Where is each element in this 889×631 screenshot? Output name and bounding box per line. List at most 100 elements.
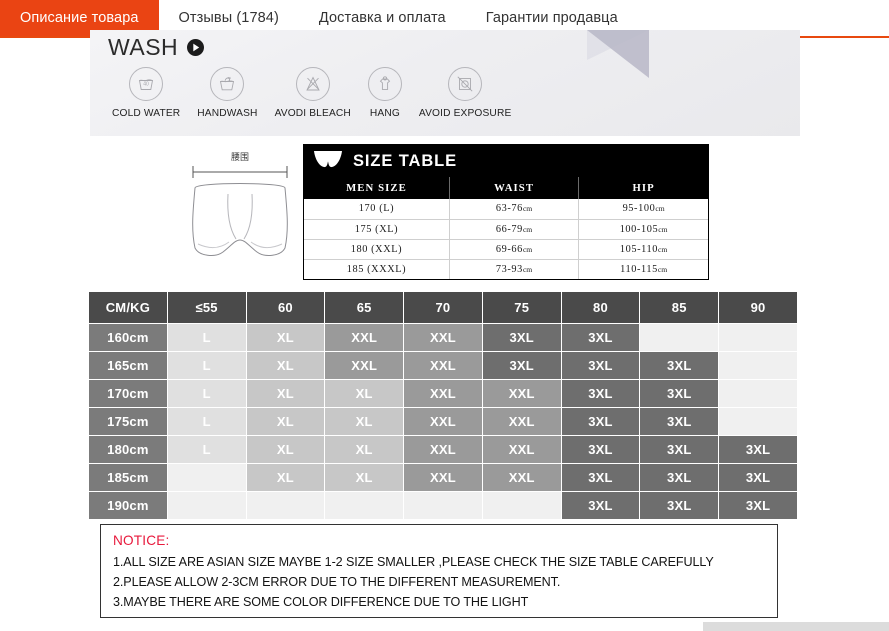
cold-water-icon: 40 xyxy=(129,67,164,101)
hang-dry-icon xyxy=(367,67,402,101)
size-grid-height-header: 165cm xyxy=(89,352,167,379)
size-grid-cell: XXL xyxy=(404,408,482,435)
wash-care-icons: 40 COLD WATER HANDWASH AVODI BLEACH HANG… xyxy=(112,67,511,119)
notice-line-3: 3.MAYBE THERE ARE SOME COLOR DIFFERENCE … xyxy=(113,595,529,609)
size-grid-cell-empty xyxy=(640,324,719,351)
table-row: 170 (L) 63-76cm 95-100cm xyxy=(304,199,708,219)
tab-seller-guarantees-label: Гарантии продавца xyxy=(485,10,618,26)
wash-care-label: HANDWASH xyxy=(197,108,258,119)
notice-line-1: 1.ALL SIZE ARE ASIAN SIZE MAYBE 1-2 SIZE… xyxy=(113,555,714,569)
table-row: 180cm L XL XL XXL XXL 3XL 3XL 3XL xyxy=(89,436,797,463)
size-grid-cell: 3XL xyxy=(482,324,561,351)
size-grid-cell: XXL xyxy=(482,464,561,491)
hip-cell: 105-110cm xyxy=(578,238,708,259)
size-grid-table: CM/KG ≤55 60 65 70 75 80 85 90 160cm L XL XXL XXL 3XL… xyxy=(88,291,798,520)
size-grid-cell: 3XL xyxy=(482,352,561,379)
size-grid-cell: XL xyxy=(246,464,325,491)
size-grid-cell: 3XL xyxy=(561,408,640,435)
size-grid-weight-header: 85 xyxy=(640,292,719,323)
size-grid-cell-empty xyxy=(719,324,797,351)
wash-care-panel: WASH 40 COLD WATER HANDWASH AVODI BLEACH… xyxy=(90,30,800,136)
size-grid-height-header: 180cm xyxy=(89,436,167,463)
garment-measure-label: 腰围 xyxy=(230,152,249,162)
size-grid-weight-header: 70 xyxy=(404,292,482,323)
size-grid-cell: XL xyxy=(325,464,404,491)
size-table-header: SIZE TABLE xyxy=(304,145,708,177)
size-grid-cell: 3XL xyxy=(561,352,640,379)
wash-care-label: COLD WATER xyxy=(112,108,181,119)
size-grid-height-header: 170cm xyxy=(89,380,167,407)
size-grid-cell: 3XL xyxy=(640,408,719,435)
size-grid-weight-header: 60 xyxy=(246,292,325,323)
size-table-title: SIZE TABLE xyxy=(353,151,458,170)
table-row: 185 (XXXL) 73-93cm 110-115cm xyxy=(304,258,708,279)
size-grid-cell-empty xyxy=(719,408,797,435)
no-sun-exposure-icon xyxy=(448,67,483,101)
size-table-header-row: MEN SIZE WAIST HIP xyxy=(304,177,708,199)
table-row: 160cm L XL XXL XXL 3XL 3XL xyxy=(89,324,797,351)
notice-title: NOTICE: xyxy=(113,533,170,548)
size-grid-cell: 3XL xyxy=(640,380,719,407)
wash-heading: WASH xyxy=(108,34,205,61)
men-size-cell: 170 (L) xyxy=(304,199,450,219)
table-row: 175cm L XL XL XXL XXL 3XL 3XL xyxy=(89,408,797,435)
size-grid-cell: XL xyxy=(246,436,325,463)
height-weight-size-grid: CM/KG ≤55 60 65 70 75 80 85 90 160cm L XL XXL XXL 3XL… xyxy=(88,291,798,520)
size-grid-cell: XXL xyxy=(404,464,482,491)
size-grid-cell: L xyxy=(167,352,246,379)
men-size-cell: 180 (XXL) xyxy=(304,238,450,259)
size-grid-cell: 3XL xyxy=(640,352,719,379)
wash-care-item-hang: HANG xyxy=(367,67,402,119)
table-row: 165cm L XL XXL XXL 3XL 3XL 3XL xyxy=(89,352,797,379)
page-curl-icon xyxy=(587,30,649,78)
size-grid-cell: XXL xyxy=(404,352,482,379)
size-grid-cell-empty xyxy=(404,492,482,519)
size-grid-height-header: 185cm xyxy=(89,464,167,491)
table-row: 170cm L XL XL XXL XXL 3XL 3XL xyxy=(89,380,797,407)
hip-cell: 110-115cm xyxy=(578,258,708,279)
size-grid-cell: 3XL xyxy=(561,380,640,407)
size-grid-height-header: 160cm xyxy=(89,324,167,351)
size-grid-weight-header: 75 xyxy=(482,292,561,323)
handwash-icon xyxy=(210,67,245,101)
size-grid-cell-empty xyxy=(325,492,404,519)
notice-box: NOTICE: 1.ALL SIZE ARE ASIAN SIZE MAYBE … xyxy=(100,524,778,618)
size-grid-cell-empty xyxy=(167,464,246,491)
size-table-col-waist: WAIST xyxy=(449,177,580,199)
size-grid-cell: L xyxy=(167,436,246,463)
table-row: 190cm 3XL 3XL 3XL xyxy=(89,492,797,519)
size-grid-weight-header: 80 xyxy=(561,292,640,323)
hip-cell: 100-105cm xyxy=(578,218,708,239)
men-size-cell: 185 (XXXL) xyxy=(304,258,450,279)
product-description-page: Описание товара Отзывы (1784) Доставка и… xyxy=(0,0,889,631)
briefs-icon xyxy=(313,149,343,174)
size-grid-cell: L xyxy=(167,380,246,407)
size-table-col-men-size: MEN SIZE xyxy=(304,177,450,199)
no-bleach-icon xyxy=(295,67,330,101)
size-grid-cell: XL xyxy=(246,352,325,379)
size-grid-cell: XXL xyxy=(482,380,561,407)
size-grid-weight-header: 65 xyxy=(325,292,404,323)
play-icon xyxy=(187,39,205,56)
size-grid-cell: XL xyxy=(325,436,404,463)
size-grid-cell: L xyxy=(167,408,246,435)
size-grid-cell-empty xyxy=(719,352,797,379)
wash-care-item-cold-water: 40 COLD WATER xyxy=(112,67,180,119)
wash-care-label: AVOID EXPOSURE xyxy=(418,108,512,119)
waist-cell: 69-66cm xyxy=(449,238,580,259)
size-grid-height-header: 175cm xyxy=(89,408,167,435)
table-row: 185cm XL XL XXL XXL 3XL 3XL 3XL xyxy=(89,464,797,491)
size-grid-cell: 3XL xyxy=(640,436,719,463)
wash-heading-label: WASH xyxy=(108,34,179,60)
table-row: 180 (XXL) 69-66cm 105-110cm xyxy=(304,238,708,259)
size-grid-cell: XXL xyxy=(404,436,482,463)
size-grid-cell: XXL xyxy=(482,436,561,463)
size-grid-cell: XL xyxy=(325,380,404,407)
size-grid-weight-header: 90 xyxy=(719,292,797,323)
wash-care-item-handwash: HANDWASH xyxy=(197,67,257,119)
size-grid-cell: XXL xyxy=(325,352,404,379)
size-grid-header-row: CM/KG ≤55 60 65 70 75 80 85 90 xyxy=(89,292,797,323)
size-grid-cell-empty xyxy=(719,380,797,407)
size-grid-cell: XXL xyxy=(404,324,482,351)
size-grid-cell: XL xyxy=(246,324,325,351)
